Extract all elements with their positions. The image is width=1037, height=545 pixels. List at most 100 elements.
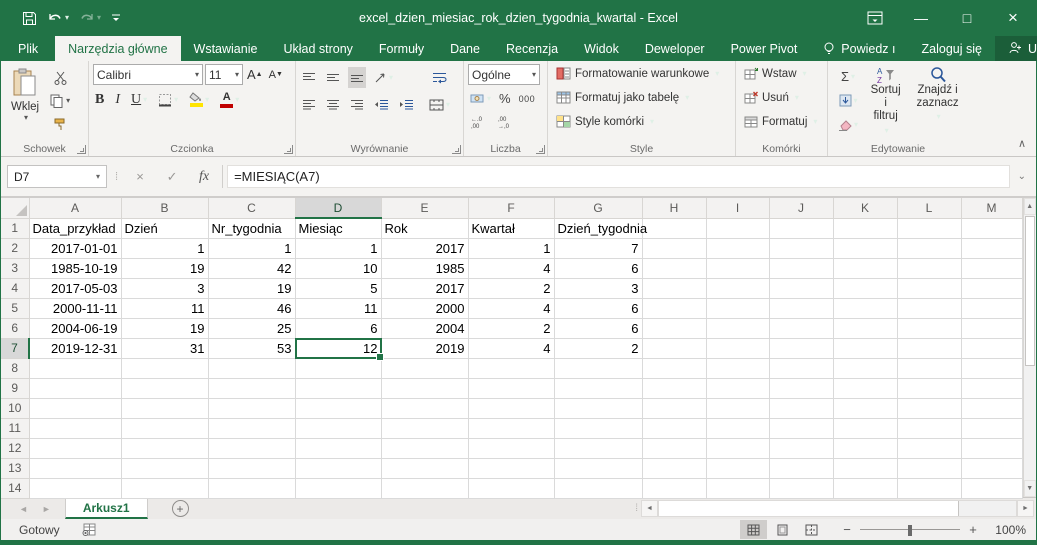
bold-button[interactable]: B [93,89,106,110]
cell-M2[interactable] [961,238,1022,258]
cell-D9[interactable] [295,378,381,398]
insert-function-icon[interactable]: fx [190,169,218,185]
cell-A9[interactable] [29,378,121,398]
qat-customize-icon[interactable] [108,10,124,26]
scroll-down-icon[interactable]: ▼ [1024,480,1037,497]
minimize-button[interactable]: — [898,0,944,36]
cell-K7[interactable] [833,338,897,358]
cell-H5[interactable] [642,298,706,318]
cell-G2[interactable]: 7 [554,238,642,258]
cell-B1[interactable]: Dzień [121,218,208,238]
cell-M13[interactable] [961,458,1022,478]
tab-tell-me[interactable]: Powiedz ı [810,36,908,61]
cell-C7[interactable]: 53 [208,338,295,358]
cell-J10[interactable] [769,398,833,418]
cell-C12[interactable] [208,438,295,458]
cell-L12[interactable] [897,438,961,458]
cell-D1[interactable]: Miesiąc [295,218,381,238]
cell-G5[interactable]: 6 [554,298,642,318]
cell-K6[interactable] [833,318,897,338]
autosum-button[interactable]: Σ▾ [836,66,860,87]
name-box[interactable]: D7 ▾ [7,165,107,188]
collapse-ribbon-icon[interactable]: ∧ [1018,137,1026,150]
cell-A11[interactable] [29,418,121,438]
cell-M12[interactable] [961,438,1022,458]
cell-M1[interactable] [961,218,1022,238]
paste-button[interactable]: Wklej ▾ [5,64,45,141]
cell-I12[interactable] [706,438,769,458]
cell-F9[interactable] [468,378,554,398]
row-header-12[interactable]: 12 [1,438,29,458]
cell-I1[interactable] [706,218,769,238]
cell-E3[interactable]: 1985 [381,258,468,278]
cell-K13[interactable] [833,458,897,478]
cell-F1[interactable]: Kwartał [468,218,554,238]
font-size-combo[interactable]: 11▾ [205,64,243,85]
cell-G6[interactable]: 6 [554,318,642,338]
cell-G3[interactable]: 6 [554,258,642,278]
wrap-text-icon[interactable] [427,67,452,88]
cell-G13[interactable] [554,458,642,478]
normal-view-button[interactable] [740,520,767,539]
format-cells-button[interactable]: Formatuj▾ [744,112,823,131]
align-right-icon[interactable] [348,94,366,115]
cell-M6[interactable] [961,318,1022,338]
add-sheet-button[interactable]: + [172,500,189,517]
cell-E7[interactable]: 2019 [381,338,468,358]
share-button[interactable]: Udostępnij [995,36,1037,61]
cell-C5[interactable]: 46 [208,298,295,318]
cell-A10[interactable] [29,398,121,418]
cell-D6[interactable]: 6 [295,318,381,338]
sheet-tab-arkusz1[interactable]: Arkusz1 [65,498,148,519]
align-bottom-icon[interactable] [348,67,366,88]
zoom-slider[interactable] [860,524,960,536]
increase-decimal-icon[interactable]: ←.0,00 [468,112,489,133]
cell-A12[interactable] [29,438,121,458]
cell-G12[interactable] [554,438,642,458]
copy-dropdown-icon[interactable]: ▾ [66,97,70,105]
cell-L14[interactable] [897,478,961,498]
cell-I9[interactable] [706,378,769,398]
close-button[interactable]: × [990,0,1036,36]
cell-L11[interactable] [897,418,961,438]
underline-button[interactable]: U▾ [129,89,149,110]
tab-power-pivot[interactable]: Power Pivot [718,36,811,61]
cell-K4[interactable] [833,278,897,298]
scroll-left-icon[interactable]: ◄ [641,500,658,517]
cell-I11[interactable] [706,418,769,438]
column-header-H[interactable]: H [642,198,706,218]
row-header-3[interactable]: 3 [1,258,29,278]
cell-B9[interactable] [121,378,208,398]
cell-I14[interactable] [706,478,769,498]
cell-G4[interactable]: 3 [554,278,642,298]
cell-B11[interactable] [121,418,208,438]
cell-M10[interactable] [961,398,1022,418]
cell-D12[interactable] [295,438,381,458]
cell-E5[interactable]: 2000 [381,298,468,318]
tab-uklad-strony[interactable]: Układ strony [270,36,365,61]
number-dialog-launcher[interactable] [536,145,545,154]
column-header-F[interactable]: F [468,198,554,218]
cell-G10[interactable] [554,398,642,418]
cell-M5[interactable] [961,298,1022,318]
cell-G7[interactable]: 2 [554,338,642,358]
increase-indent-icon[interactable] [397,94,416,115]
column-header-B[interactable]: B [121,198,208,218]
cell-A13[interactable] [29,458,121,478]
cell-J9[interactable] [769,378,833,398]
row-header-1[interactable]: 1 [1,218,29,238]
tab-narzedzia-glowne[interactable]: Narzędzia główne [55,36,180,61]
tab-split-grip[interactable]: ⁞ [632,498,641,519]
cell-C13[interactable] [208,458,295,478]
cell-G1[interactable]: Dzień_tygodnia [554,218,642,238]
fill-color-icon[interactable]: ▾ [187,89,211,110]
accounting-format-icon[interactable]: ▾ [468,88,493,109]
previous-sheet-icon[interactable]: ◄ [19,504,28,514]
decrease-indent-icon[interactable] [372,94,391,115]
align-top-icon[interactable] [300,67,318,88]
cell-H10[interactable] [642,398,706,418]
clipboard-dialog-launcher[interactable] [77,145,86,154]
cell-H2[interactable] [642,238,706,258]
save-icon[interactable] [19,9,40,28]
row-header-14[interactable]: 14 [1,478,29,498]
